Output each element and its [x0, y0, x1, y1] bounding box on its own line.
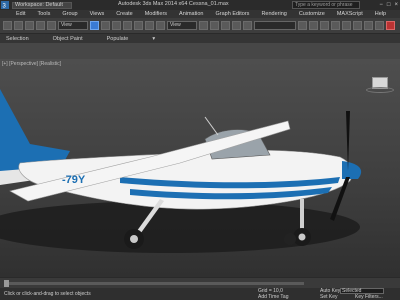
window-title: Autodesk 3ds Max 2014 x64 Cessna_01.max	[118, 1, 229, 7]
menu-animation[interactable]: Animation	[179, 11, 203, 17]
menu-rendering[interactable]: Rendering	[261, 11, 286, 17]
add-time-tag-button[interactable]: Add Time Tag	[258, 294, 288, 300]
nose-gear-strut	[300, 199, 304, 231]
percent-snap-icon[interactable]	[232, 21, 241, 30]
undo-icon[interactable]	[3, 21, 12, 30]
perspective-viewport[interactable]: [+] [Perspective] [Realistic] -79Y	[0, 59, 400, 277]
key-filters-button[interactable]: Key Filters...	[355, 294, 383, 300]
main-wheel-hub	[130, 235, 138, 243]
named-selection-dropdown[interactable]	[254, 21, 296, 30]
window-controls: − □ ×	[379, 0, 398, 10]
menu-tools[interactable]: Tools	[37, 11, 50, 17]
ref-coord-dropdown[interactable]: View	[167, 21, 197, 30]
propeller-spinner	[342, 161, 362, 179]
status-bar: Click or click-and-drag to select object…	[0, 288, 400, 300]
rect-region-icon[interactable]	[112, 21, 121, 30]
menu-bar: Edit Tools Group Views Create Modifiers …	[0, 10, 400, 18]
layer-icon[interactable]	[320, 21, 329, 30]
pivot-icon[interactable]	[199, 21, 208, 30]
main-toolbar: View View	[0, 18, 400, 34]
angle-snap-icon[interactable]	[221, 21, 230, 30]
material-editor-icon[interactable]	[353, 21, 362, 30]
menu-customize[interactable]: Customize	[299, 11, 325, 17]
move-icon[interactable]	[134, 21, 143, 30]
menu-graph-editors[interactable]: Graph Editors	[216, 11, 250, 17]
menu-group[interactable]: Group	[62, 11, 77, 17]
ribbon-tabs: Selection Object Paint Populate ▾	[0, 34, 400, 43]
title-bar: 3 Workspace: Default Autodesk 3ds Max 20…	[0, 0, 400, 10]
scale-icon[interactable]	[156, 21, 165, 30]
select-by-name-icon[interactable]	[101, 21, 110, 30]
schematic-icon[interactable]	[342, 21, 351, 30]
render-frame-icon[interactable]	[375, 21, 384, 30]
minimize-button[interactable]: −	[379, 2, 383, 8]
app-logo-icon[interactable]: 3	[0, 0, 10, 10]
nose-wheel-fairing	[284, 233, 296, 245]
time-slider-handle[interactable]	[4, 280, 9, 287]
ribbon-expand-icon[interactable]: ▾	[152, 36, 155, 42]
workspace-dropdown[interactable]: Workspace: Default	[12, 1, 72, 9]
rotate-icon[interactable]	[145, 21, 154, 30]
menu-edit[interactable]: Edit	[16, 11, 25, 17]
tab-selection[interactable]: Selection	[6, 36, 29, 42]
nose-wheel-hub	[298, 233, 306, 241]
aircraft-model[interactable]: -79Y	[0, 59, 400, 277]
registration-text: -79Y	[62, 174, 86, 186]
render-icon[interactable]	[386, 21, 395, 30]
time-slider-track[interactable]	[4, 282, 304, 285]
link-icon[interactable]	[25, 21, 34, 30]
selection-filter-dropdown[interactable]: View	[58, 21, 88, 30]
search-input[interactable]: Type a keyword or phrase	[292, 1, 360, 9]
window-crossing-icon[interactable]	[123, 21, 132, 30]
menu-maxscript[interactable]: MAXScript	[337, 11, 363, 17]
menu-help[interactable]: Help	[375, 11, 386, 17]
select-icon[interactable]	[90, 21, 99, 30]
antenna	[204, 116, 219, 136]
menu-modifiers[interactable]: Modifiers	[145, 11, 167, 17]
unlink-icon[interactable]	[36, 21, 45, 30]
workspace-label: Workspace: Default	[15, 2, 63, 8]
mirror-icon[interactable]	[298, 21, 307, 30]
status-hint: Click or click-and-drag to select object…	[4, 291, 91, 297]
spinner-snap-icon[interactable]	[243, 21, 252, 30]
menu-views[interactable]: Views	[90, 11, 105, 17]
maximize-button[interactable]: □	[387, 2, 391, 8]
snap-icon[interactable]	[210, 21, 219, 30]
tab-populate[interactable]: Populate	[107, 36, 129, 42]
bind-icon[interactable]	[47, 21, 56, 30]
align-icon[interactable]	[309, 21, 318, 30]
render-setup-icon[interactable]	[364, 21, 373, 30]
ribbon-panel	[0, 43, 400, 59]
set-key-button[interactable]: Set Key	[320, 294, 338, 300]
curve-editor-icon[interactable]	[331, 21, 340, 30]
close-button[interactable]: ×	[394, 2, 398, 8]
menu-create[interactable]: Create	[116, 11, 133, 17]
redo-icon[interactable]	[14, 21, 23, 30]
tab-object-paint[interactable]: Object Paint	[53, 36, 83, 42]
